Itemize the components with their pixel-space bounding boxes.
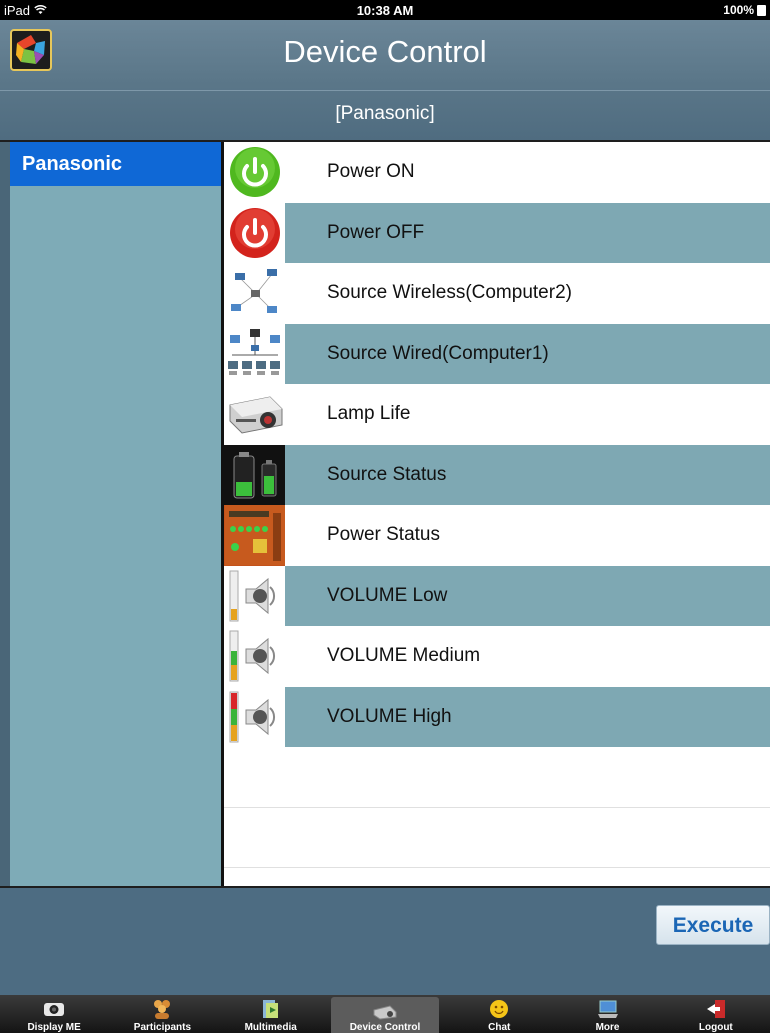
empty-list-row <box>224 807 770 868</box>
tab-device-control[interactable]: Device Control <box>330 997 440 1033</box>
empty-list-row <box>224 747 770 808</box>
page-title: Device Control <box>283 34 487 69</box>
wired-network-icon <box>224 323 285 384</box>
command-label: Power OFF <box>327 221 425 243</box>
tab-logout[interactable]: Logout <box>662 995 770 1033</box>
header-divider <box>0 90 770 91</box>
volume-medium-icon <box>224 626 285 687</box>
command-label: Source Wireless(Computer2) <box>327 282 572 304</box>
command-label: Power Status <box>327 524 440 546</box>
chat-icon <box>486 997 512 1021</box>
power-off-icon <box>224 202 285 263</box>
tab-participants[interactable]: Participants <box>108 995 216 1033</box>
control-panel-icon <box>224 505 285 566</box>
execute-button[interactable]: Execute <box>656 905 770 945</box>
sidebar-item-label: Panasonic <box>22 153 123 175</box>
command-row-volume-high[interactable]: VOLUME High <box>224 686 770 747</box>
volume-low-icon <box>224 565 285 626</box>
tab-label: Display ME <box>27 1022 81 1033</box>
command-row-power-status[interactable]: Power Status <box>224 505 770 566</box>
battery-icon <box>224 444 285 505</box>
command-row-volume-low[interactable]: VOLUME Low <box>224 565 770 626</box>
camera-icon <box>41 997 67 1021</box>
command-label: Lamp Life <box>327 403 411 425</box>
device-subtitle: [Panasonic] <box>335 103 435 124</box>
sidebar-item-panasonic[interactable]: Panasonic <box>10 142 221 186</box>
command-label: Source Wired(Computer1) <box>327 342 549 364</box>
battery-percent: 100% <box>723 3 754 17</box>
tab-label: Logout <box>698 1022 733 1033</box>
volume-high-icon <box>224 686 285 747</box>
device-control-icon <box>372 999 398 1021</box>
device-sidebar: Panasonic <box>10 142 221 886</box>
command-row-power-on[interactable]: Power ON <box>224 142 770 203</box>
power-on-icon <box>224 142 285 203</box>
command-row-source-wireless[interactable]: Source Wireless(Computer2) <box>224 263 770 324</box>
command-label: VOLUME High <box>327 705 452 727</box>
status-bar: iPad 10:38 AM 100% <box>0 0 770 20</box>
logout-icon <box>703 997 729 1021</box>
command-list: Power ON Power OFF Source Wireless(Compu… <box>224 142 770 886</box>
tab-label: Chat <box>488 1022 511 1033</box>
battery-icon <box>757 4 766 16</box>
tab-bar: Display ME Participants Multimedia Devic… <box>0 995 770 1033</box>
more-icon <box>595 997 621 1021</box>
command-label: Source Status <box>327 463 447 485</box>
command-row-power-off[interactable]: Power OFF <box>224 202 770 263</box>
command-row-lamp-life[interactable]: Lamp Life <box>224 384 770 445</box>
command-row-source-status[interactable]: Source Status <box>224 444 770 505</box>
sidebar-edge <box>0 142 10 886</box>
multimedia-icon <box>258 997 284 1021</box>
command-row-volume-medium[interactable]: VOLUME Medium <box>224 626 770 687</box>
status-right: 100% <box>723 3 766 17</box>
command-label: Power ON <box>327 161 415 183</box>
projector-icon <box>224 384 285 445</box>
status-time: 10:38 AM <box>356 3 414 18</box>
tab-more[interactable]: More <box>553 995 661 1033</box>
participants-icon <box>149 997 175 1021</box>
tab-display-me[interactable]: Display ME <box>0 995 108 1033</box>
tab-label: More <box>595 1022 620 1033</box>
command-label: VOLUME Low <box>327 584 448 606</box>
action-panel: Execute <box>0 888 770 995</box>
tab-multimedia[interactable]: Multimedia <box>217 995 325 1033</box>
tab-chat[interactable]: Chat <box>445 995 553 1033</box>
wireless-network-icon <box>224 263 285 324</box>
command-label: VOLUME Medium <box>327 645 481 667</box>
header: Device Control [Panasonic] <box>0 20 770 140</box>
tab-label: Participants <box>133 1022 192 1033</box>
tab-label: Device Control <box>349 1022 421 1033</box>
tab-label: Multimedia <box>244 1022 297 1033</box>
command-row-source-wired[interactable]: Source Wired(Computer1) <box>224 323 770 384</box>
